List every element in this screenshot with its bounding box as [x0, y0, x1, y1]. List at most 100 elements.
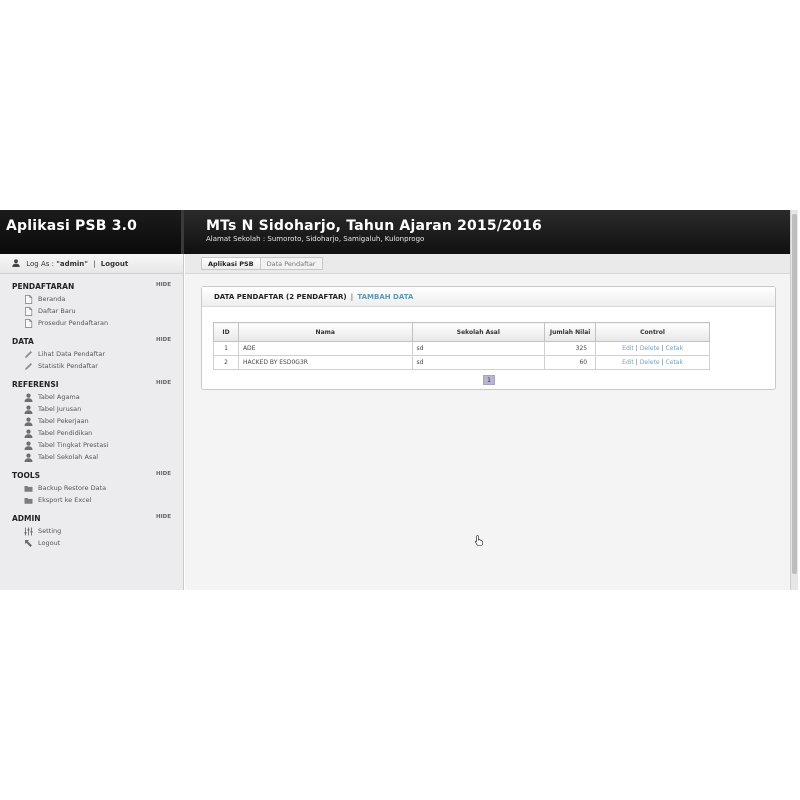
logout-link[interactable]: Logout — [101, 260, 128, 268]
pencil-icon — [24, 362, 33, 371]
sidebar-section-admin: ADMIN HIDE — [0, 511, 183, 525]
sidebar-item-label: Logout — [38, 539, 61, 547]
user-icon — [24, 417, 33, 426]
main-content: Aplikasi PSB Data Pendaftar DATA PENDAFTA… — [185, 254, 790, 590]
user-icon — [24, 441, 33, 450]
sidebar-item-eksport-ke-excel[interactable]: Eksport ke Excel — [0, 494, 183, 506]
hide-toggle[interactable]: HIDE — [156, 337, 171, 343]
print-link[interactable]: Cetak — [666, 359, 683, 366]
user-icon — [24, 393, 33, 402]
column-header-id[interactable]: ID — [213, 322, 239, 342]
sidebar-item-label: Tabel Pekerjaan — [38, 417, 89, 425]
add-data-link[interactable]: TAMBAH DATA — [357, 293, 413, 301]
sidebar-item-label: Tabel Pendidikan — [38, 429, 93, 437]
sidebar-item-lihat-data-pendaftar[interactable]: Lihat Data Pendaftar — [0, 348, 183, 360]
print-link[interactable]: Cetak — [666, 345, 683, 352]
sidebar-item-tabel-sekolah-asal[interactable]: Tabel Sekolah Asal — [0, 451, 183, 463]
sidebar-item-label: Tabel Agama — [38, 393, 80, 401]
panel-title: DATA PENDAFTAR (2 PENDAFTAR) — [214, 293, 347, 301]
hide-toggle[interactable]: HIDE — [156, 282, 171, 288]
sidebar-item-label: Daftar Baru — [38, 307, 76, 315]
breadcrumb: Aplikasi PSB Data Pendaftar — [185, 254, 790, 274]
sidebar-item-setting[interactable]: Setting — [0, 525, 183, 537]
sidebar-item-label: Tabel Sekolah Asal — [38, 453, 99, 461]
sidebar-item-prosedur-pendaftaran[interactable]: Prosedur Pendaftaran — [0, 317, 183, 329]
action-separator: | — [635, 345, 638, 352]
user-icon — [24, 453, 33, 462]
action-separator: | — [661, 359, 664, 366]
scrollbar-thumb[interactable] — [792, 214, 797, 574]
sidebar-section-title: TOOLS — [12, 471, 41, 480]
sidebar-section-pendaftaran: PENDAFTARAN HIDE — [0, 279, 183, 293]
login-separator: | — [93, 260, 96, 268]
user-icon — [12, 259, 20, 269]
column-header-control: Control — [595, 322, 710, 342]
sliders-icon — [24, 527, 33, 536]
hide-toggle[interactable]: HIDE — [156, 514, 171, 520]
sidebar-item-logout[interactable]: Logout — [0, 537, 183, 549]
cell-control: Edit | Delete | Cetak — [595, 341, 710, 356]
breadcrumb-current: Data Pendaftar — [259, 257, 323, 270]
user-icon — [24, 405, 33, 414]
delete-link[interactable]: Delete — [640, 345, 660, 352]
hide-toggle[interactable]: HIDE — [156, 380, 171, 386]
sidebar-item-tabel-agama[interactable]: Tabel Agama — [0, 391, 183, 403]
sidebar-item-label: Lihat Data Pendaftar — [38, 350, 106, 358]
sidebar-item-tabel-pekerjaan[interactable]: Tabel Pekerjaan — [0, 415, 183, 427]
hide-toggle[interactable]: HIDE — [156, 471, 171, 477]
action-separator: | — [661, 345, 664, 352]
user-icon — [24, 429, 33, 438]
vertical-scrollbar[interactable] — [790, 210, 798, 590]
column-header-jumlah-nilai[interactable]: Jumlah Nilai — [544, 322, 597, 342]
sidebar-item-tabel-jurusan[interactable]: Tabel Jurusan — [0, 403, 183, 415]
column-header-sekolah-asal[interactable]: Sekolah Asal — [411, 322, 546, 342]
cell-nama: ADE — [237, 341, 413, 356]
header-divider — [181, 210, 184, 254]
sidebar-item-label: Prosedur Pendaftaran — [38, 319, 109, 327]
table-row: 2 HACKED BY ESD0G3R sd 60 Edit | Delete | Cetak — [213, 355, 710, 370]
sidebar-item-label: Eksport ke Excel — [38, 496, 92, 504]
login-prefix: Log As : — [26, 260, 54, 268]
sidebar-section-title: PENDAFTARAN — [12, 282, 75, 291]
sidebar-item-tabel-pendidikan[interactable]: Tabel Pendidikan — [0, 427, 183, 439]
folder-icon — [24, 484, 33, 493]
sidebar-item-label: Beranda — [38, 295, 66, 303]
delete-link[interactable]: Delete — [640, 359, 660, 366]
table-body: 1 ADE sd 325 Edit | Delete | Cetak 2 HACKED BY ESD… — [213, 341, 710, 370]
app-window: Aplikasi PSB 3.0 MTs N Sidoharjo, Tahun … — [0, 210, 790, 590]
cell-sekolah-asal: sd — [411, 355, 546, 370]
breadcrumb-root[interactable]: Aplikasi PSB — [201, 257, 260, 270]
sidebar-item-label: Tabel Tingkat Prestasi — [38, 441, 109, 449]
school-title: MTs N Sidoharjo, Tahun Ajaran 2015/2016 — [206, 218, 542, 234]
page-icon — [24, 294, 33, 304]
edit-link[interactable]: Edit — [622, 359, 634, 366]
sidebar-item-tabel-tingkat-prestasi[interactable]: Tabel Tingkat Prestasi — [0, 439, 183, 451]
page-icon — [24, 306, 33, 316]
registrant-table: ID Nama Sekolah Asal Jumlah Nilai Contro… — [213, 322, 710, 370]
sidebar-item-statistik-pendaftar[interactable]: Statistik Pendaftar — [0, 360, 183, 372]
edit-link[interactable]: Edit — [622, 345, 634, 352]
column-header-nama[interactable]: Nama — [237, 322, 413, 342]
page-icon — [24, 318, 33, 328]
table-row: 1 ADE sd 325 Edit | Delete | Cetak — [213, 341, 710, 356]
sidebar-item-beranda[interactable]: Beranda — [0, 293, 183, 305]
pagination-page-1[interactable]: 1 — [483, 375, 495, 385]
sidebar-section-referensi: REFERENSI HIDE — [0, 377, 183, 391]
sidebar-item-label: Statistik Pendaftar — [38, 362, 98, 370]
table-header-row: ID Nama Sekolah Asal Jumlah Nilai Contro… — [213, 322, 710, 342]
login-bar: Log As : "admin" | Logout — [0, 254, 183, 274]
cell-id: 1 — [213, 341, 239, 356]
school-address: Alamat Sekolah : Sumoroto, Sidoharjo, Sa… — [206, 235, 425, 243]
sidebar-item-daftar-baru[interactable]: Daftar Baru — [0, 305, 183, 317]
sidebar: Log As : "admin" | Logout PENDAFTARAN HID… — [0, 254, 184, 590]
sidebar-item-backup-restore-data[interactable]: Backup Restore Data — [0, 482, 183, 494]
sidebar-section-title: REFERENSI — [12, 380, 59, 389]
sidebar-item-label: Backup Restore Data — [38, 484, 107, 492]
cell-sekolah-asal: sd — [411, 341, 546, 356]
action-separator: | — [635, 359, 638, 366]
app-name[interactable]: Aplikasi PSB 3.0 — [0, 210, 181, 254]
folder-icon — [24, 496, 33, 505]
sidebar-item-label: Setting — [38, 527, 62, 535]
sidebar-sections: PENDAFTARAN HIDE Beranda Daftar Baru Prosedu… — [0, 279, 183, 552]
sidebar-section-title: DATA — [12, 337, 34, 346]
